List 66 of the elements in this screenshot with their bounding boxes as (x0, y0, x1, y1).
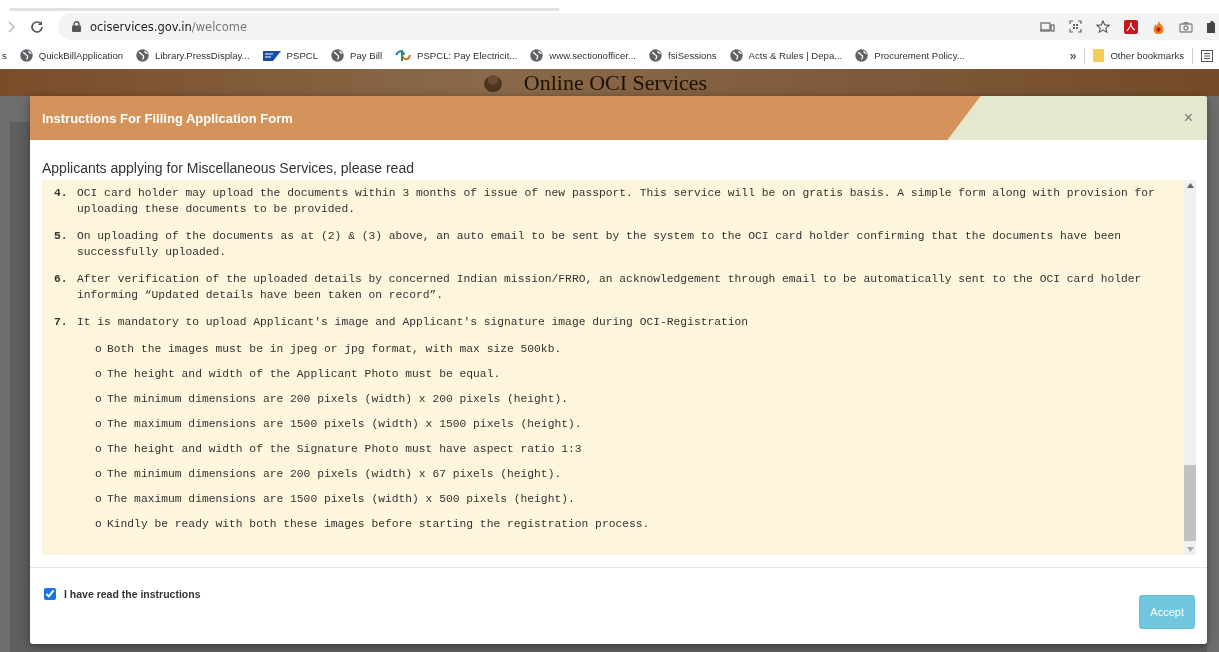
scrollbar-thumb[interactable] (1184, 465, 1196, 541)
more-bookmarks-button[interactable]: » (1069, 48, 1077, 63)
bookmark-button[interactable]: Library.PressDisplay... (136, 49, 250, 62)
star-icon[interactable] (1096, 19, 1110, 34)
globe-icon (530, 49, 544, 62)
globe-icon (855, 49, 869, 62)
bookmark-button[interactable]: QuickBillApplication (19, 49, 124, 62)
instruction-text: The height and width of the Applicant Photo must be equal. (107, 367, 501, 382)
scroll-up-icon[interactable] (1186, 183, 1194, 188)
bookmark-button[interactable]: PSPCL: Pay Electricit... (395, 49, 518, 62)
bookmark-button[interactable]: Acts & Rules | Depa... (729, 49, 843, 62)
globe-icon (136, 49, 150, 62)
address-bar[interactable]: ociservices.gov.in/welcome (58, 13, 1219, 40)
bookmark-button[interactable]: PSPCL (262, 50, 319, 61)
lock-icon (72, 21, 81, 32)
item-number: 7. (54, 315, 69, 330)
other-bookmarks-button[interactable]: Other bookmarks (1093, 49, 1184, 62)
item-number: 5. (54, 229, 69, 244)
item-number: 6. (54, 272, 69, 287)
globe-icon (649, 49, 663, 62)
instruction-text: The maximum dimensions are 1500 pixels (width) x 500 pixels (height). (107, 492, 575, 507)
instruction-text: On uploading of the documents as at (2) & (3) above, an auto email to be sent by the system to the OCI card holder confirming that the documents have been successfully uploaded. (77, 229, 1122, 260)
site-title: Online OCI Services (523, 70, 708, 95)
bookmark-button[interactable]: www.sectionofficer... (530, 49, 637, 62)
camera-icon[interactable] (1179, 20, 1193, 33)
bullet-marker: o (95, 417, 103, 432)
reading-list-icon[interactable] (1201, 49, 1213, 62)
instruction-text: Both the images must be in jpeg or jpg format, with max size 500kb. (107, 342, 562, 357)
url-text: ociservices.gov.in/welcome (90, 19, 247, 34)
logo-icon (395, 49, 412, 62)
instruction-text: The minimum dimensions are 200 pixels (width) x 67 pixels (height). (107, 467, 562, 482)
item-number: 4. (54, 186, 69, 201)
globe-icon (729, 49, 743, 62)
section-heading: Applicants applying for Miscellaneous Services, please read (42, 160, 415, 176)
bookmark-button[interactable]: Procurement Policy... (855, 49, 965, 62)
bullet-marker: o (95, 467, 103, 482)
bookmark-button[interactable]: s (2, 50, 7, 61)
emblem-icon (481, 72, 504, 94)
globe-icon (19, 49, 33, 62)
bullet-marker: o (95, 342, 103, 357)
instruction-text: Kindly be ready with both these images before starting the registration process. (107, 517, 650, 532)
checkbox[interactable] (44, 588, 56, 600)
instruction-text: OCI card holder may upload the documents within 3 months of issue of new passport. This service will be on gratis basis. A simple form along with provision for uploading these documents to be provided. (77, 186, 1156, 217)
checkbox-label: I have read the instructions (64, 588, 201, 600)
bookmark-button[interactable]: Pay Bill (331, 49, 383, 62)
logo-icon (262, 50, 281, 61)
instruction-text: The minimum dimensions are 200 pixels (width) x 200 pixels (height). (107, 392, 568, 407)
grid-icon[interactable] (1069, 20, 1082, 33)
instruction-text: After verification of the uploaded details by concerned Indian mission/FRRO, an acknowledgement through email to be automatically sent to the OCI card holder informing “Updated details have been taken on record”. (77, 272, 1143, 303)
reload-icon[interactable] (30, 19, 44, 34)
bullet-marker: o (95, 442, 103, 457)
devices-icon[interactable] (1040, 20, 1055, 33)
bullet-marker: o (95, 517, 103, 532)
bullet-marker: o (95, 392, 103, 407)
scrollbar[interactable] (1184, 180, 1196, 555)
instruction-text: The maximum dimensions are 1500 pixels (width) x 1500 pixels (height). (107, 417, 582, 432)
bookmark-button[interactable]: fsiSessions (649, 49, 717, 62)
folder-icon (1093, 49, 1105, 62)
bullet-marker: o (95, 367, 103, 382)
instruction-text: The height and width of the Signature Photo must have aspect ratio 1:3 (107, 442, 582, 457)
close-button[interactable]: × (1181, 109, 1195, 127)
globe-icon (331, 49, 345, 62)
dialog-title: Instructions For Filling Application Form (42, 110, 293, 126)
instruction-text: It is mandatory to upload Applicant's image and Applicant's signature image during OCI-Registration (77, 315, 750, 330)
bullet-marker: o (95, 492, 103, 507)
flame-extension-icon[interactable] (1152, 19, 1165, 34)
